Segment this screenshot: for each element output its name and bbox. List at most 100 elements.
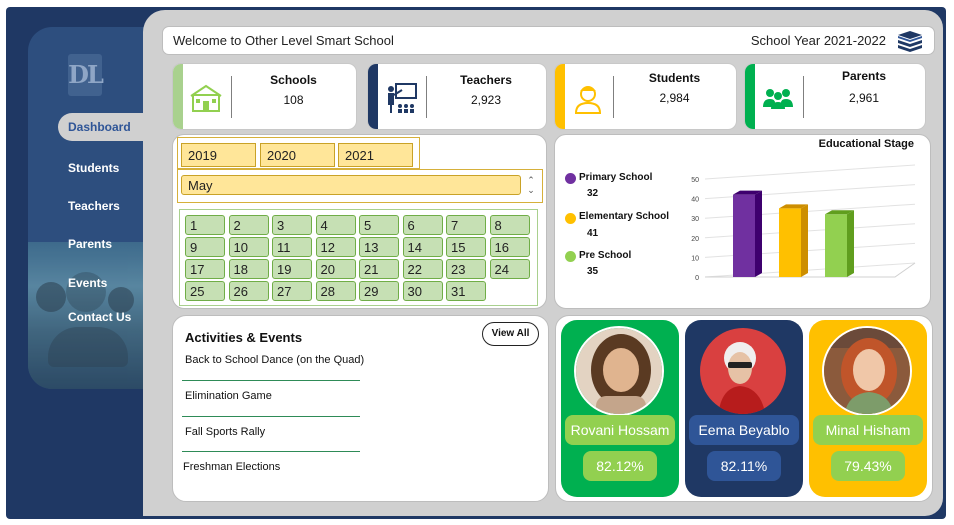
legend-elementary-label: Elementary School (579, 211, 670, 222)
day-25-button[interactable]: 25 (185, 281, 225, 301)
books-icon (898, 31, 922, 52)
day-4-button[interactable]: 4 (315, 215, 356, 235)
bar-chart: 0 10 20 30 40 50 (691, 164, 916, 282)
y-tick-label: 40 (691, 197, 699, 204)
person-percentage: 79.43% (831, 451, 905, 481)
day-29-button[interactable]: 29 (359, 281, 399, 301)
day-21-button[interactable]: 21 (359, 259, 399, 279)
month-dropdown[interactable]: May (181, 175, 521, 195)
day-28-button[interactable]: 28 (315, 281, 356, 301)
person-percentage: 82.12% (583, 451, 657, 481)
y-tick-label: 50 (691, 177, 699, 184)
day-7-button[interactable]: 7 (446, 215, 486, 235)
day-9-button[interactable]: 9 (185, 237, 225, 257)
person-name: Minal Hisham (813, 415, 923, 445)
month-spinner-icon[interactable]: ⌃ ⌄ (524, 175, 538, 197)
day-16-button[interactable]: 16 (489, 237, 530, 257)
activities-panel: Activities & Events View All Back to Sch… (172, 315, 549, 502)
gridline (704, 164, 916, 180)
nav-dashboard[interactable]: Dashboard (58, 113, 144, 141)
day-10-button[interactable]: 10 (228, 237, 269, 257)
day-24-button[interactable]: 24 (489, 259, 530, 279)
activity-item[interactable]: Freshman Elections (183, 461, 280, 473)
welcome-text: Welcome to Other Level Smart School (173, 33, 394, 48)
person-card-2[interactable]: Eema Beyablo 82.11% (685, 320, 803, 497)
day-27-button[interactable]: 27 (272, 281, 312, 301)
day-3-button[interactable]: 3 (272, 215, 312, 235)
activity-item[interactable]: Back to School Dance (on the Quad) (185, 354, 364, 366)
day-11-button[interactable]: 11 (272, 237, 312, 257)
legend-dot-preschool (565, 251, 576, 262)
activity-item[interactable]: Fall Sports Rally (185, 426, 265, 438)
day-13-button[interactable]: 13 (359, 237, 399, 257)
day-30-button[interactable]: 30 (402, 281, 443, 301)
legend-dot-primary (565, 173, 576, 184)
nav-contact-us[interactable]: Contact Us (68, 310, 131, 324)
day-5-button[interactable]: 5 (359, 215, 399, 235)
avatar (822, 326, 912, 416)
divider (182, 380, 360, 381)
bar-side-3 (847, 210, 854, 277)
day-17-button[interactable]: 17 (185, 259, 225, 279)
day-6-button[interactable]: 6 (402, 215, 443, 235)
kpi-label: Teachers (460, 73, 512, 87)
legend-primary-label: Primary School (579, 172, 653, 183)
nav-students[interactable]: Students (68, 161, 119, 175)
kpi-value: 2,923 (470, 93, 502, 107)
kpi-value: 2,961 (848, 91, 880, 105)
day-20-button[interactable]: 20 (315, 259, 356, 279)
bar-2 (779, 208, 801, 277)
day-19-button[interactable]: 19 (272, 259, 312, 279)
bar-side-1 (755, 190, 762, 277)
person-name: Rovani Hossam (565, 415, 675, 445)
legend-preschool-value: 35 (587, 266, 599, 277)
day-31-button[interactable]: 31 (446, 281, 486, 301)
nav-parents[interactable]: Parents (68, 237, 112, 251)
day-12-button[interactable]: 12 (315, 237, 356, 257)
person-name: Eema Beyablo (689, 415, 799, 445)
date-filter-panel: 2019 2020 2021 May ⌃ ⌄ 1 2 3 4 5 6 7 8 9 10 11 12 13 1… (172, 134, 547, 309)
year-2020-button[interactable]: 2020 (260, 143, 335, 167)
school-year: School Year 2021-2022 (750, 33, 886, 48)
avatar (698, 326, 788, 416)
school-icon (190, 84, 222, 112)
y-tick-label: 30 (691, 216, 699, 223)
person-card-1[interactable]: Rovani Hossam 82.12% (561, 320, 679, 497)
legend-primary-value: 32 (587, 188, 599, 199)
nav-teachers[interactable]: Teachers (68, 199, 120, 213)
day-8-button[interactable]: 8 (489, 215, 530, 235)
divider (182, 451, 360, 452)
year-2021-button[interactable]: 2021 (338, 143, 413, 167)
day-26-button[interactable]: 26 (228, 281, 269, 301)
activity-item[interactable]: Elimination Game (185, 390, 272, 402)
parents-icon (763, 89, 793, 109)
view-all-button[interactable]: View All (482, 322, 539, 346)
legend-elementary-value: 41 (587, 228, 599, 239)
day-22-button[interactable]: 22 (402, 259, 443, 279)
activities-title: Activities & Events (185, 330, 303, 345)
day-2-button[interactable]: 2 (228, 215, 269, 235)
header-bar: Welcome to Other Level Smart School Scho… (162, 26, 935, 55)
day-1-button[interactable]: 1 (185, 215, 225, 235)
day-23-button[interactable]: 23 (446, 259, 486, 279)
person-card-3[interactable]: Minal Hisham 79.43% (809, 320, 927, 497)
divider (182, 416, 360, 417)
year-2019-button[interactable]: 2019 (181, 143, 256, 167)
kpi-value: 108 (283, 93, 304, 107)
bar-1 (733, 194, 755, 277)
kpi-value: 2,984 (659, 91, 690, 105)
y-tick-label: 0 (695, 275, 699, 282)
kpi-parents[interactable]: Parents 2,961 (744, 63, 926, 130)
day-18-button[interactable]: 18 (228, 259, 269, 279)
kpi-teachers[interactable]: Teachers 2,923 (367, 63, 547, 130)
legend-dot-elementary (565, 213, 576, 224)
legend-preschool-label: Pre School (579, 250, 632, 261)
educational-stage-chart: Educational Stage Primary School 32 Elem… (554, 134, 931, 309)
nav-events[interactable]: Events (68, 276, 107, 290)
bar-3 (825, 214, 847, 277)
y-tick-label: 10 (691, 255, 699, 262)
day-15-button[interactable]: 15 (446, 237, 486, 257)
day-14-button[interactable]: 14 (402, 237, 443, 257)
kpi-students[interactable]: Students 2,984 (554, 63, 737, 130)
kpi-schools[interactable]: Schools 108 (172, 63, 357, 130)
